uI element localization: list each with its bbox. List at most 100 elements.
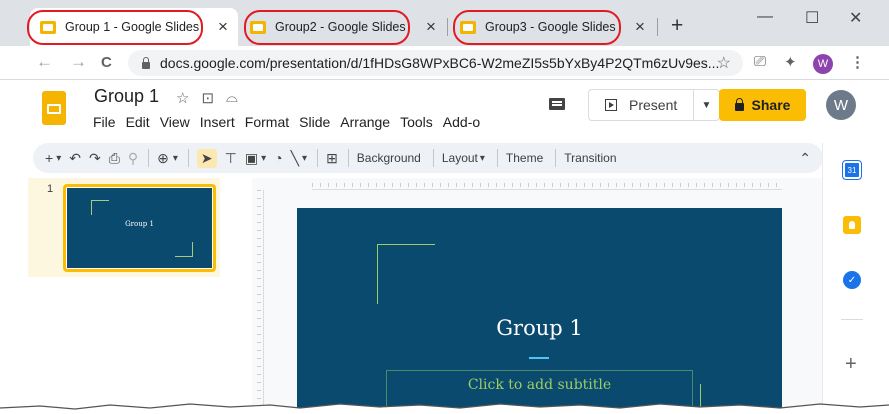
maximize-icon[interactable]: ☐: [805, 8, 819, 28]
toolbar-separator: [317, 149, 319, 167]
undo-icon[interactable]: ↶: [69, 150, 81, 167]
transition-button[interactable]: Transition: [564, 151, 616, 165]
menu-tools[interactable]: Tools: [400, 114, 433, 130]
new-slide-dropdown-icon[interactable]: ▾: [56, 153, 61, 164]
title-icons: ☆ ⊡ ⌓: [176, 89, 238, 107]
toolbar-separator: [496, 149, 498, 167]
menu-bar: File Edit View Insert Format Slide Arran…: [93, 114, 512, 130]
minimize-icon[interactable]: —: [757, 8, 773, 26]
back-icon[interactable]: ←: [36, 52, 53, 72]
present-icon: [605, 99, 617, 111]
slides-logo-icon[interactable]: [42, 91, 66, 125]
tab-separator: [447, 18, 448, 36]
share-label: Share: [751, 97, 791, 113]
side-panel-divider: [841, 319, 863, 320]
tab-close-icon[interactable]: ×: [635, 17, 645, 37]
move-to-folder-icon[interactable]: ⊡: [201, 89, 214, 107]
slide-canvas-area: Group 1 Click to add subtitle: [252, 178, 822, 414]
theme-button[interactable]: Theme: [506, 151, 543, 165]
menu-slide[interactable]: Slide: [299, 114, 330, 130]
slide-canvas[interactable]: Group 1 Click to add subtitle: [297, 208, 782, 414]
new-tab-icon[interactable]: +: [671, 14, 683, 38]
thumbnail-title: Group 1: [125, 220, 154, 228]
header-actions: Present ▼ Share W: [512, 80, 889, 140]
background-button[interactable]: Background: [357, 151, 421, 165]
tasks-icon[interactable]: ✓: [843, 271, 861, 289]
menu-insert[interactable]: Insert: [200, 114, 235, 130]
toolbar-separator: [148, 149, 150, 167]
forward-icon[interactable]: →: [70, 52, 87, 72]
title-underline: [529, 357, 549, 359]
extensions-puzzle-icon[interactable]: ✦: [784, 53, 797, 71]
address-bar[interactable]: docs.google.com/presentation/d/1fHDsG8WP…: [128, 50, 743, 76]
thumbnail-corner-accent: [91, 200, 109, 215]
vertical-ruler: [252, 190, 264, 414]
url-text: docs.google.com/presentation/d/1fHDsG8WP…: [160, 55, 720, 71]
comment-history-icon[interactable]: [549, 98, 565, 110]
toolbar-separator: [187, 149, 189, 167]
side-panel: 31 ✓ +: [822, 143, 889, 414]
comment-add-icon[interactable]: ⊞: [326, 150, 338, 167]
lock-icon: [142, 56, 150, 69]
horizontal-ruler: [312, 178, 782, 190]
add-addon-icon[interactable]: +: [845, 353, 857, 376]
present-dropdown-icon[interactable]: ▼: [693, 90, 719, 120]
menu-view[interactable]: View: [160, 114, 190, 130]
bookmark-star-icon[interactable]: ☆: [717, 53, 731, 73]
slide-corner-accent: [377, 244, 435, 304]
account-avatar[interactable]: W: [826, 90, 856, 120]
document-title[interactable]: Group 1: [94, 86, 159, 107]
shape-icon[interactable]: ◔: [274, 150, 282, 166]
print-icon[interactable]: ⎙: [109, 150, 120, 167]
tab-highlight-annotation: [244, 10, 410, 45]
new-slide-icon[interactable]: +: [45, 150, 53, 166]
keep-icon[interactable]: [843, 216, 861, 234]
calendar-icon[interactable]: 31: [842, 160, 862, 180]
cloud-status-icon[interactable]: ⌓: [226, 89, 238, 107]
tab-close-icon[interactable]: ×: [426, 17, 436, 37]
cast-extension-icon[interactable]: ⎚: [754, 53, 766, 70]
tab-highlight-annotation: [453, 10, 621, 45]
line-dropdown-icon[interactable]: ▾: [302, 153, 307, 164]
menu-edit[interactable]: Edit: [126, 114, 150, 130]
share-button[interactable]: Share: [719, 89, 806, 121]
reload-icon[interactable]: C: [101, 54, 112, 71]
torn-edge-decoration: [0, 403, 889, 414]
toolbar-separator: [432, 149, 434, 167]
toolbar-separator: [555, 149, 557, 167]
lock-icon: [734, 98, 744, 111]
menu-addons[interactable]: Add-o: [443, 114, 480, 130]
tab-highlight-annotation: [27, 10, 203, 45]
star-icon[interactable]: ☆: [176, 89, 189, 107]
slide-filmstrip: 1 Group 1: [28, 178, 250, 414]
layout-button[interactable]: Layout: [442, 151, 478, 165]
tab-close-icon[interactable]: ×: [218, 17, 228, 37]
browser-menu-icon[interactable]: ⋮: [850, 53, 865, 71]
slides-header: Group 1 ☆ ⊡ ⌓ File Edit View Insert Form…: [0, 80, 889, 140]
window-close-icon[interactable]: ✕: [849, 8, 862, 28]
zoom-icon[interactable]: ⊕: [157, 150, 169, 167]
collapse-toolbar-icon[interactable]: ⌃: [799, 150, 811, 167]
menu-arrange[interactable]: Arrange: [340, 114, 390, 130]
thumbnail-corner-accent: [175, 242, 193, 257]
toolbar-separator: [347, 149, 349, 167]
line-icon[interactable]: ╲: [291, 150, 299, 167]
text-box-icon[interactable]: ⊤: [225, 150, 237, 167]
slide-thumbnail[interactable]: Group 1: [63, 184, 216, 272]
image-dropdown-icon[interactable]: ▾: [261, 153, 266, 164]
select-cursor-icon[interactable]: ➤: [196, 148, 217, 168]
address-bar-row: ← → C docs.google.com/presentation/d/1fH…: [0, 46, 889, 80]
tab-separator: [657, 18, 658, 36]
present-button[interactable]: Present ▼: [588, 89, 720, 121]
present-label: Present: [629, 97, 678, 113]
redo-icon[interactable]: ↷: [89, 150, 101, 167]
slide-title[interactable]: Group 1: [297, 316, 782, 340]
menu-format[interactable]: Format: [245, 114, 289, 130]
browser-profile-avatar[interactable]: W: [813, 54, 833, 74]
menu-file[interactable]: File: [93, 114, 116, 130]
layout-dropdown-icon[interactable]: ▾: [480, 153, 485, 164]
paint-format-icon[interactable]: ⚲: [128, 150, 138, 167]
zoom-dropdown-icon[interactable]: ▾: [173, 153, 178, 164]
editing-toolbar: + ▾ ↶ ↷ ⎙ ⚲ ⊕ ▾ ➤ ⊤ ▣ ▾ ◔ ╲ ▾ ⊞ Backgrou…: [33, 143, 823, 173]
image-icon[interactable]: ▣: [245, 150, 258, 167]
